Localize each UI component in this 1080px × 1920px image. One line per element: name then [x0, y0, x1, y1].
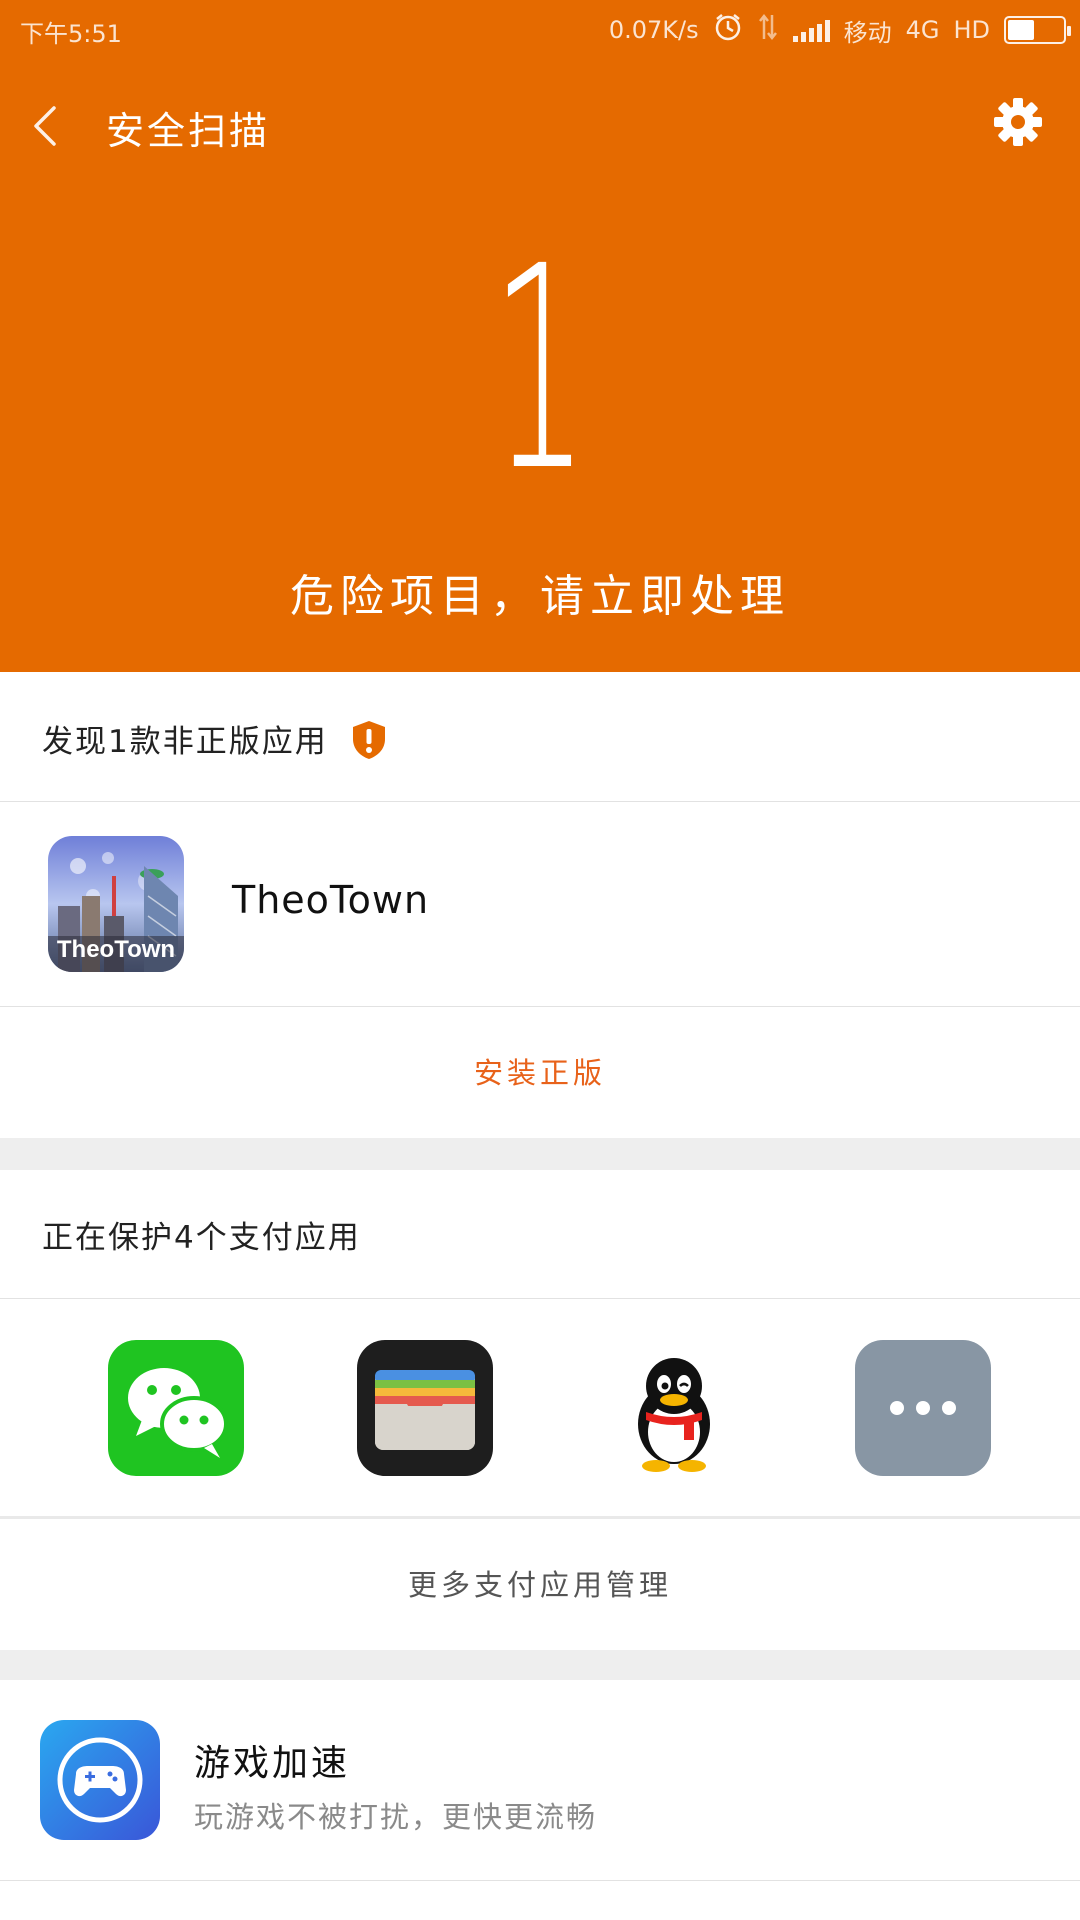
wallet-icon[interactable] — [357, 1340, 493, 1476]
chevron-left-icon — [34, 106, 56, 146]
network-type: 4G — [905, 16, 940, 44]
gear-icon — [994, 98, 1042, 146]
install-genuine-button[interactable]: 安装正版 — [0, 1050, 1080, 1092]
carrier-name: 移动 — [843, 18, 892, 47]
signal-icon — [792, 18, 830, 42]
pirated-section-title: 发现1款非正版应用 — [42, 716, 388, 769]
status-icons: 0.07K/s 移动 4G HD — [608, 12, 1071, 48]
pirated-app-row[interactable]: TheoTown TheoTown — [0, 802, 1080, 1006]
back-button[interactable] — [22, 98, 70, 154]
risk-count: 1 — [491, 207, 589, 533]
risk-message: 危险项目，请立即处理 — [290, 571, 790, 622]
title-bar: 安全扫描 — [0, 80, 1080, 168]
alarm-icon — [713, 12, 743, 48]
theotown-icon-label: TheoTown — [56, 936, 176, 963]
game-boost-row[interactable]: 游戏加速 玩游戏不被打扰，更快更流畅 — [0, 1680, 1080, 1880]
wechat-icon[interactable] — [108, 1340, 244, 1476]
divider — [0, 1006, 1080, 1007]
divider — [0, 1298, 1080, 1299]
feature-subtitle: 玩游戏不被打扰，更快更流畅 — [194, 1800, 598, 1834]
qq-penguin-icon[interactable] — [606, 1340, 742, 1476]
section-gap — [0, 1650, 1080, 1680]
settings-button[interactable] — [990, 94, 1046, 150]
payment-apps-row — [0, 1300, 1080, 1516]
section-gap — [0, 1138, 1080, 1170]
divider — [0, 1516, 1080, 1519]
data-transfer-icon — [757, 13, 779, 47]
shield-alert-icon — [350, 719, 388, 769]
manage-payment-apps-button[interactable]: 更多支付应用管理 — [0, 1562, 1080, 1604]
more-apps-icon[interactable] — [855, 1340, 991, 1476]
page-title: 安全扫描 — [106, 109, 271, 153]
network-speed: 0.07K/s — [608, 16, 699, 44]
theotown-app-icon: TheoTown — [48, 836, 184, 972]
feature-title: 游戏加速 — [194, 1743, 351, 1784]
battery-icon — [1004, 16, 1071, 44]
status-time: 下午5:51 — [20, 20, 122, 48]
header: 下午5:51 0.07K/s 移动 4G HD 安全扫描 1 危险项目，请立即处… — [0, 0, 1080, 672]
payment-section-title: 正在保护4个支付应用 — [42, 1220, 361, 1256]
gamepad-icon — [40, 1720, 160, 1840]
hd-badge: HD — [953, 16, 990, 44]
pirated-section-label: 发现1款非正版应用 — [42, 724, 328, 760]
app-name: TheoTown — [232, 878, 430, 922]
divider — [0, 1880, 1080, 1881]
status-bar: 下午5:51 0.07K/s 移动 4G HD — [0, 0, 1080, 58]
